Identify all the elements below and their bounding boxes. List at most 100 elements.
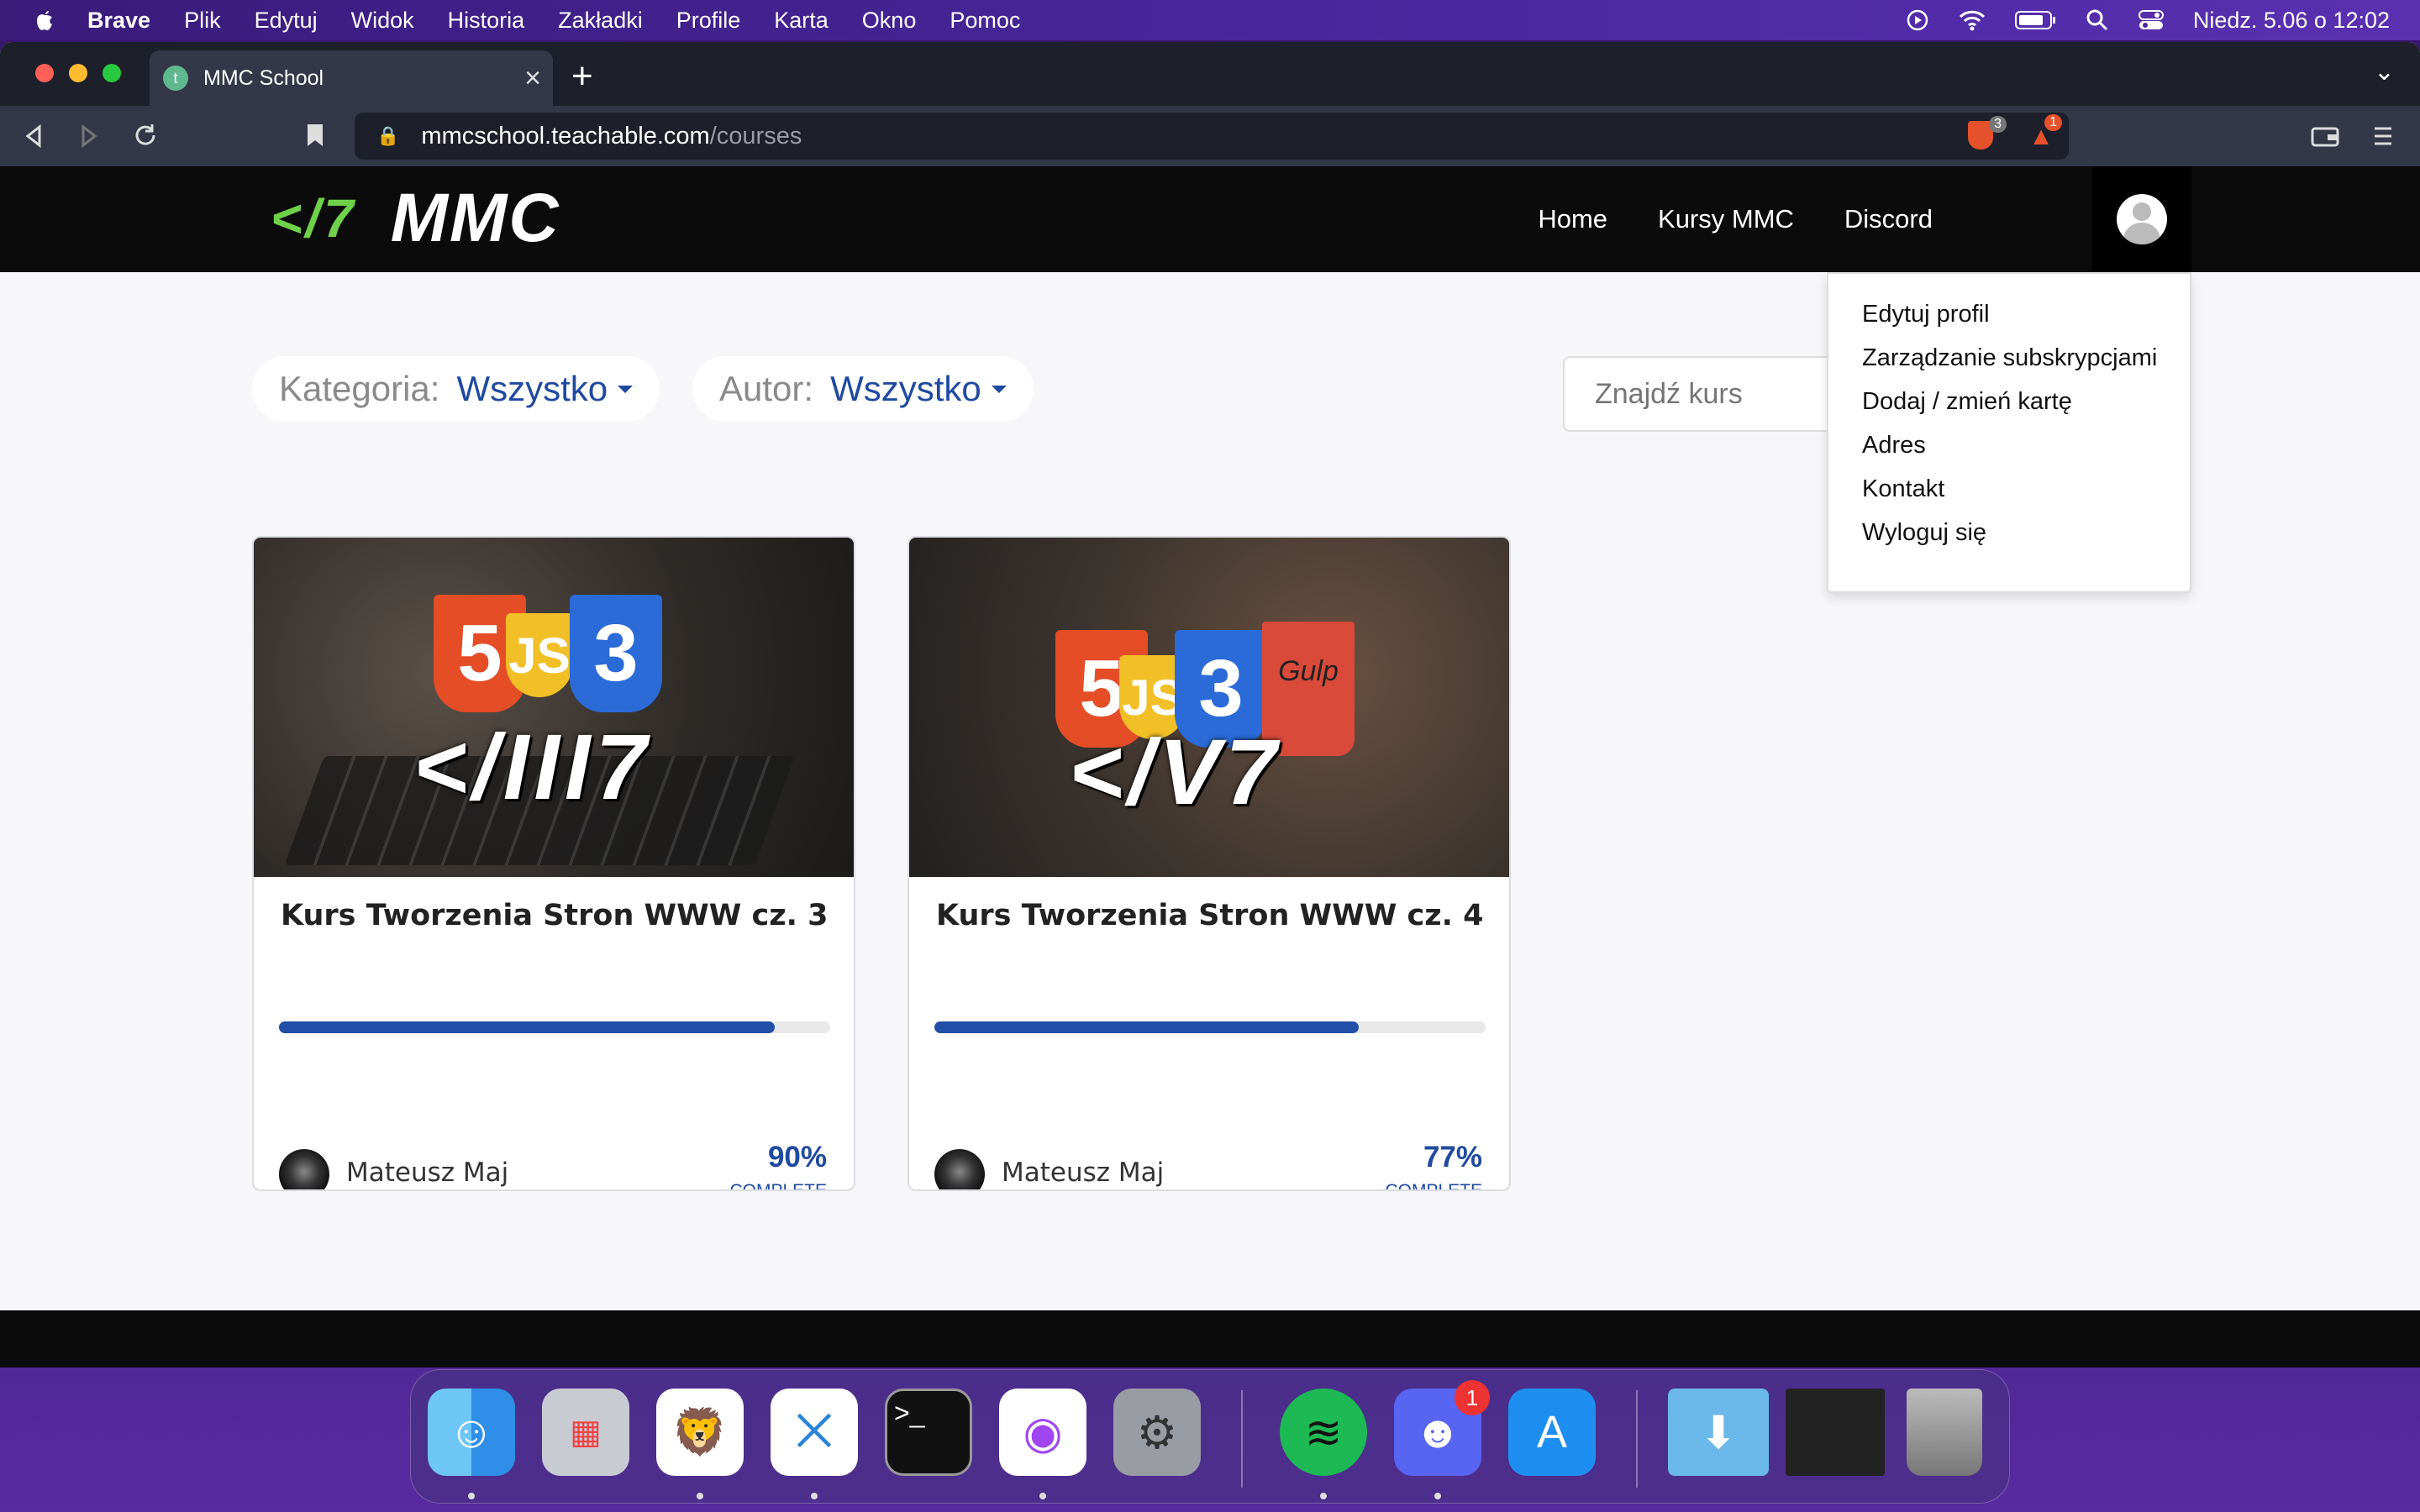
caret-down-icon: [991, 385, 1007, 393]
browser-toolbar: 🔒 mmcschool.teachable.com/courses 3 ▲ 1: [0, 106, 2420, 166]
terminal-icon[interactable]: >_: [885, 1389, 972, 1476]
mmc-logo[interactable]: </7 MMC: [271, 180, 560, 256]
back-icon[interactable]: [24, 124, 44, 148]
nav-discord[interactable]: Discord: [1844, 204, 1933, 234]
nav-kursy-mmc[interactable]: Kursy MMC: [1658, 204, 1794, 234]
menu-pomoc[interactable]: Pomoc: [950, 8, 1020, 34]
url-path: /courses: [709, 122, 802, 150]
wallet-icon[interactable]: [2311, 124, 2339, 148]
tab-title: MMC School: [203, 66, 324, 90]
messenger-icon[interactable]: ◉: [999, 1389, 1086, 1476]
control-center-icon[interactable]: [2138, 8, 2165, 32]
site-header: </7 MMC Home Kursy MMC Discord: [0, 166, 2420, 272]
menu-logout[interactable]: Wyloguj się: [1862, 519, 1986, 547]
css3-logo-icon: 3: [570, 595, 662, 712]
category-filter[interactable]: Kategoria: Wszystko: [252, 356, 660, 422]
apple-menu-icon[interactable]: [32, 7, 57, 34]
minimize-window-button[interactable]: [69, 64, 87, 82]
nav-home[interactable]: Home: [1538, 204, 1607, 234]
author-filter[interactable]: Autor: Wszystko: [692, 356, 1034, 422]
wifi-icon[interactable]: [1958, 8, 1986, 32]
menu-address[interactable]: Adres: [1862, 432, 1926, 459]
menubar-clock[interactable]: Niedz. 5.06 o 12:02: [2193, 8, 2390, 34]
course-complete-label: COMPLETE: [1385, 1181, 1482, 1191]
menu-edit-profile[interactable]: Edytuj profil: [1862, 301, 1990, 328]
user-avatar-icon: [2117, 194, 2167, 244]
tab-mmc-school[interactable]: t MMC School ×: [150, 50, 553, 106]
trash-icon[interactable]: [1907, 1389, 1982, 1476]
course-card[interactable]: 5 JS 3 Gulp </V7 Kurs Tworzenia Stron WW…: [908, 536, 1511, 1191]
screen-record-icon[interactable]: [1906, 8, 1929, 32]
launchpad-icon[interactable]: ▦: [542, 1389, 629, 1476]
site-footer: [0, 1310, 2420, 1368]
tab-bar: t MMC School × + ⌄: [0, 42, 2420, 106]
lock-icon[interactable]: 🔒: [376, 125, 399, 147]
profile-dropdown-menu: Edytuj profil Zarządzanie subskrypcjami …: [1827, 272, 2191, 593]
downloads-folder-icon[interactable]: ⬇: [1668, 1389, 1769, 1476]
logo-name: MMC: [390, 180, 560, 256]
menu-change-card[interactable]: Dodaj / zmień kartę: [1862, 388, 2072, 416]
course-author: Mateusz Maj: [1002, 1158, 1165, 1188]
caret-down-icon: [618, 385, 634, 393]
course-badge-text: </V7: [1069, 721, 1282, 824]
profile-avatar-button[interactable]: [2092, 166, 2191, 272]
menu-okno[interactable]: Okno: [862, 8, 917, 34]
close-tab-icon[interactable]: ×: [524, 62, 541, 95]
tab-list-chevron-icon[interactable]: ⌄: [2374, 57, 2395, 87]
appstore-icon[interactable]: A: [1508, 1389, 1596, 1476]
course-thumbnail: 5 JS 3 Gulp </V7: [909, 538, 1509, 877]
menu-app-name[interactable]: Brave: [87, 8, 150, 34]
spotify-icon[interactable]: ≋: [1280, 1389, 1367, 1476]
course-author: Mateusz Maj: [346, 1158, 509, 1188]
course-card[interactable]: 5 JS 3 </III7 Kurs Tworzenia Stron WWW c…: [252, 536, 855, 1191]
course-progress-fill: [934, 1021, 1360, 1033]
vscode-icon[interactable]: ⨉: [771, 1389, 858, 1476]
battery-icon[interactable]: [2014, 9, 2057, 31]
rewards-count-badge: 1: [2044, 114, 2062, 131]
menu-contact[interactable]: Kontakt: [1862, 475, 1944, 503]
menu-widok[interactable]: Widok: [351, 8, 414, 34]
close-window-button[interactable]: [35, 64, 54, 82]
menu-plik[interactable]: Plik: [184, 8, 221, 34]
course-thumbnail: 5 JS 3 </III7: [254, 538, 854, 877]
course-title[interactable]: Kurs Tworzenia Stron WWW cz. 3: [281, 899, 829, 932]
discord-notification-badge: 1: [1455, 1380, 1490, 1415]
browser-menu-icon[interactable]: [2373, 124, 2393, 148]
js-logo-icon: JS: [506, 613, 573, 697]
course-progress-fill: [279, 1021, 776, 1033]
address-bar[interactable]: 🔒 mmcschool.teachable.com/courses 3 ▲ 1: [355, 113, 2069, 160]
zoom-window-button[interactable]: [103, 64, 121, 82]
forward-icon[interactable]: [79, 124, 99, 148]
course-complete-label: COMPLETE: [729, 1181, 827, 1191]
author-avatar: [934, 1149, 985, 1189]
author-filter-value[interactable]: Wszystko: [830, 369, 981, 409]
window-preview[interactable]: [1786, 1389, 1885, 1476]
reload-icon[interactable]: [133, 123, 158, 148]
settings-icon[interactable]: ⚙: [1113, 1389, 1201, 1476]
logo-mark: </7: [271, 188, 357, 249]
menu-manage-subscriptions[interactable]: Zarządzanie subskrypcjami: [1862, 344, 2157, 372]
course-title[interactable]: Kurs Tworzenia Stron WWW cz. 4: [936, 899, 1484, 932]
shields-count-badge: 3: [1989, 116, 2007, 133]
course-badge-text: </III7: [413, 716, 652, 819]
course-percent: 77%: [1423, 1141, 1482, 1173]
menu-zakladki[interactable]: Zakładki: [558, 8, 643, 34]
macos-dock: ☺ ▦ 🦁 ⨉ >_ ◉ ⚙ ≋ ☻ 1 A ⬇: [410, 1369, 2010, 1504]
teachable-favicon-icon: t: [163, 66, 188, 91]
category-filter-value[interactable]: Wszystko: [456, 369, 608, 409]
course-progress-bar: [934, 1021, 1486, 1033]
new-tab-button[interactable]: +: [571, 55, 593, 97]
spotlight-search-icon[interactable]: [2086, 8, 2109, 32]
browser-window: t MMC School × + ⌄ 🔒 mmcschool.teachable…: [0, 42, 2420, 1368]
macos-menubar: Brave Plik Edytuj Widok Historia Zakładk…: [0, 0, 2420, 40]
finder-icon[interactable]: ☺: [428, 1389, 515, 1476]
menu-historia[interactable]: Historia: [448, 8, 525, 34]
url-host: mmcschool.teachable.com: [421, 122, 710, 150]
bookmark-icon[interactable]: [306, 123, 324, 148]
menu-karta[interactable]: Karta: [774, 8, 829, 34]
category-filter-label: Kategoria:: [279, 369, 440, 408]
menu-edytuj[interactable]: Edytuj: [255, 8, 318, 34]
author-filter-label: Autor:: [719, 369, 814, 408]
menu-profile[interactable]: Profile: [676, 8, 741, 34]
brave-icon[interactable]: 🦁: [656, 1389, 744, 1476]
